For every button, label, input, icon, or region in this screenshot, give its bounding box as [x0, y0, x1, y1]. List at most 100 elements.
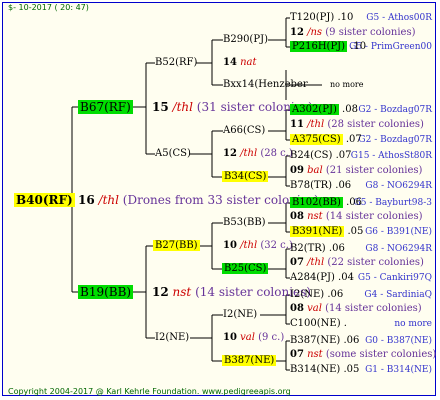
ancestor-row[interactable]: B78(TR) .06: [290, 180, 351, 192]
b3-gen: 10: [223, 240, 237, 251]
row-mark: nst: [307, 349, 323, 360]
ancestor-row[interactable]: B391(NE) .05: [290, 226, 363, 238]
row-num: .06: [327, 289, 344, 300]
ancestor-row[interactable]: B102(BB) .06: [290, 197, 362, 209]
c7-node[interactable]: I2(NE): [223, 309, 257, 321]
ancestor-row[interactable]: B387(NE) .06: [290, 335, 359, 347]
ancestor-row[interactable]: 11 /thl (28 sister colonies): [290, 119, 424, 131]
c6-node[interactable]: B25(CS): [222, 263, 269, 275]
ancestor-row[interactable]: 12 /ns (9 sister colonies): [290, 27, 415, 39]
row-info: (28 sister colonies): [327, 119, 424, 130]
b3-node[interactable]: B27(BB): [153, 240, 200, 252]
row-mark: nst: [307, 211, 323, 222]
a2-gen: 12: [152, 285, 169, 299]
b2-info: 12 /thl (28 c.): [223, 148, 293, 160]
b2-gen: 12: [223, 148, 237, 159]
row-line-label: G5 - Cankiri97Q: [357, 273, 432, 283]
b4-mark: val: [240, 332, 255, 343]
row-id: B24(CS): [290, 150, 333, 161]
row-info: (14 sister colonies): [325, 303, 422, 314]
ancestor-row[interactable]: 09 bal (21 sister colonies): [290, 165, 422, 177]
row-line-label: G8 - NO6294R: [365, 244, 432, 254]
row-line-label: G6 - B391(NE): [365, 227, 432, 237]
b3-mark: /thl: [240, 240, 258, 251]
row-line-label: G2 - Bozdag07R: [358, 105, 432, 115]
c2-node[interactable]: Bxx14(Henzeber: [223, 79, 308, 91]
c3-node[interactable]: A66(CS): [223, 125, 265, 137]
row-line-label: G4 - SardiniaQ: [364, 290, 432, 300]
row-line-label: G8 - NO6294R: [365, 181, 432, 191]
b2-id: A5(CS): [155, 148, 191, 159]
ancestor-row[interactable]: T120(PJ) .10: [290, 12, 353, 24]
ancestor-row[interactable]: A284(PJ) .04: [290, 272, 354, 284]
ancestor-row[interactable]: B314(NE) .05: [290, 364, 359, 376]
b2-info-text: (28 c.): [260, 148, 293, 159]
c4-node[interactable]: B34(CS): [222, 171, 269, 183]
ancestor-row[interactable]: P216H(PJ) .10: [290, 41, 366, 53]
row-num: .06: [335, 180, 352, 191]
ancestor-row[interactable]: A302(PJ) .08: [290, 104, 358, 116]
row-info: (9 sister colonies): [325, 27, 416, 38]
ancestor-row[interactable]: C100(NE) .: [290, 318, 347, 330]
c4-id: B34(CS): [222, 171, 269, 182]
b2-mark: /thl: [240, 148, 258, 159]
ancestor-row[interactable]: B24(CS) .07: [290, 150, 351, 162]
row-num: .08: [342, 104, 358, 115]
root-node[interactable]: B40(RF): [14, 193, 75, 207]
row-id: B2(TR): [290, 243, 326, 254]
c1-mark: nat: [240, 57, 257, 68]
row-id: A302(PJ): [290, 104, 339, 115]
row-mark: val: [307, 303, 322, 314]
c3-id: A66(CS): [223, 125, 266, 136]
root-mark: /thl: [98, 193, 119, 207]
root-id: B40(RF): [14, 193, 75, 207]
a2-node[interactable]: B19(BB): [78, 285, 134, 299]
c8-id: B387(NE): [222, 355, 277, 366]
row-info: (some sister colonies): [325, 349, 437, 360]
row-line-label: G0 - B387(NE): [365, 336, 432, 346]
row-gen: 07: [290, 349, 304, 360]
row-gen: 08: [290, 303, 304, 314]
row-id: A375(CS): [290, 134, 343, 145]
row-info: (14 sister colonies): [325, 211, 423, 222]
b1-node[interactable]: B52(RF): [155, 57, 197, 69]
c8-node[interactable]: B387(NE): [222, 355, 277, 367]
row-id: B102(BB): [290, 197, 343, 208]
c1-gen: 14: [223, 57, 237, 68]
c1-node[interactable]: B290(PJ): [223, 34, 268, 46]
row-mark: /ns: [307, 27, 323, 38]
b4-node[interactable]: I2(NE): [155, 332, 189, 344]
ancestor-row[interactable]: B2(TR) .06: [290, 243, 345, 255]
ancestor-row[interactable]: 08 val (14 sister colonies): [290, 303, 422, 315]
c5-node[interactable]: B53(BB): [223, 217, 266, 229]
date-label: $- 10-2017 ( 20: 47): [8, 3, 89, 12]
row-num: .07: [345, 134, 362, 145]
copyright-footer: Copyright 2004-2017 @ Karl Kehrle Founda…: [8, 387, 291, 396]
b2-node[interactable]: A5(CS): [155, 148, 191, 160]
a1-node[interactable]: B67(RF): [78, 100, 133, 114]
row-line-label: G15 - AthosSt80R: [350, 151, 432, 161]
c7-id: I2(NE): [223, 309, 258, 320]
b4-gen: 10: [223, 332, 237, 343]
c5-id: B53(BB): [223, 217, 266, 228]
row-line-label: G2 - Bozdag07R: [358, 135, 432, 145]
row-mark: /thl: [307, 257, 325, 268]
ancestor-row[interactable]: 07 /thl (22 sister colonies): [290, 257, 424, 269]
ancestor-row[interactable]: I2(NE) .06: [290, 289, 343, 301]
a1-id: B67(RF): [78, 100, 133, 114]
ancestor-row[interactable]: 08 nst (14 sister colonies): [290, 211, 422, 223]
c2-extra-text: no more: [330, 80, 364, 89]
b3-info-text: (32 c.): [260, 240, 293, 251]
row-num: .06: [343, 335, 360, 346]
row-id: I2(NE): [290, 289, 325, 300]
ancestor-row[interactable]: 07 nst (some sister colonies): [290, 349, 436, 361]
row-gen: 08: [290, 211, 304, 222]
a1-mark: /thl: [172, 100, 193, 114]
b1-id: B52(RF): [155, 57, 198, 68]
ancestor-row[interactable]: A375(CS) .07: [290, 134, 362, 146]
b4-info-text: (9 c.): [258, 332, 285, 343]
row-gen: 09: [290, 165, 304, 176]
row-line-label: G5 - Athos00R: [366, 13, 432, 23]
root-info: 16 /thl (Drones from 33 sister colonies): [78, 193, 319, 207]
root-gen: 16: [78, 193, 95, 207]
